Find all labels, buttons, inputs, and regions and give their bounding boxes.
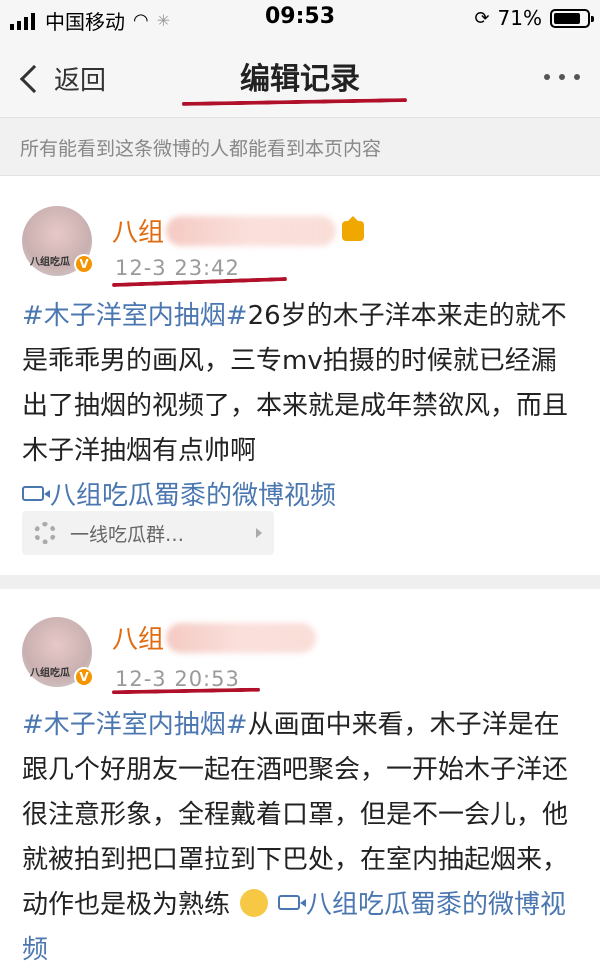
edit-record-card: 八组吃瓜 V 八组 12-3 20:53 #木子洋室内抽烟#从画面中来看，木子洋… bbox=[0, 589, 600, 967]
post-content: #木子洋室内抽烟#从画面中来看，木子洋是在跟几个好朋友一起在酒吧聚会，一开始木子… bbox=[22, 703, 582, 967]
video-camera-icon bbox=[22, 486, 50, 501]
card-separator bbox=[0, 575, 600, 589]
username[interactable]: 八组 bbox=[112, 212, 365, 249]
status-right: ⟳ 71% bbox=[474, 6, 594, 30]
post-text: 从画面中来看，木子洋是在跟几个好朋友一起在酒吧聚会，一开始木子洋还很注意形象，全… bbox=[22, 710, 569, 920]
username-blur bbox=[166, 622, 317, 653]
edit-record-card: 八组吃瓜 V 八组 12-3 23:42 #木子洋室内抽烟#26岁的木子洋本来走… bbox=[0, 176, 600, 575]
crown-icon bbox=[342, 215, 365, 241]
group-card-label: 一线吃瓜群… bbox=[70, 523, 185, 546]
username-label: 八组 bbox=[112, 218, 165, 248]
post-content: #木子洋室内抽烟#26岁的木子洋本来走的就不是乖乖男的画风，三专mv拍摄的时候就… bbox=[22, 294, 582, 519]
group-icon bbox=[34, 522, 56, 544]
rotation-lock-icon: ⟳ bbox=[474, 7, 490, 29]
video-link[interactable]: 八组吃瓜蜀黍的微博视频 bbox=[22, 481, 336, 511]
more-dots-icon[interactable] bbox=[544, 74, 580, 80]
verified-badge-icon: V bbox=[74, 667, 94, 687]
hashtag[interactable]: #木子洋室内抽烟# bbox=[22, 710, 248, 740]
post-time: 12-3 23:42 bbox=[115, 256, 240, 280]
username[interactable]: 八组 bbox=[112, 619, 317, 656]
verified-badge-icon: V bbox=[74, 254, 94, 274]
chevron-right-icon bbox=[256, 528, 262, 538]
battery-icon bbox=[550, 8, 594, 28]
username-blur bbox=[166, 215, 337, 246]
nav-bar: 返回 编辑记录 bbox=[0, 40, 600, 118]
video-camera-icon bbox=[278, 895, 307, 910]
hashtag[interactable]: #木子洋室内抽烟# bbox=[22, 301, 248, 331]
status-bar: 中国移动 ◠ ✳ 09:53 ⟳ 71% bbox=[0, 0, 600, 40]
visibility-notice: 所有能看到这条微博的人都能看到本页内容 bbox=[0, 118, 600, 176]
video-link-label: 八组吃瓜蜀黍的微博视频 bbox=[50, 481, 337, 511]
page-title: 编辑记录 bbox=[240, 62, 360, 97]
battery-percent: 71% bbox=[497, 6, 542, 30]
thinking-face-icon bbox=[240, 888, 269, 917]
username-label: 八组 bbox=[112, 625, 165, 655]
avatar-caption: 八组吃瓜 bbox=[30, 257, 70, 268]
avatar-caption: 八组吃瓜 bbox=[30, 668, 70, 679]
group-card[interactable]: 一线吃瓜群… bbox=[22, 511, 274, 555]
